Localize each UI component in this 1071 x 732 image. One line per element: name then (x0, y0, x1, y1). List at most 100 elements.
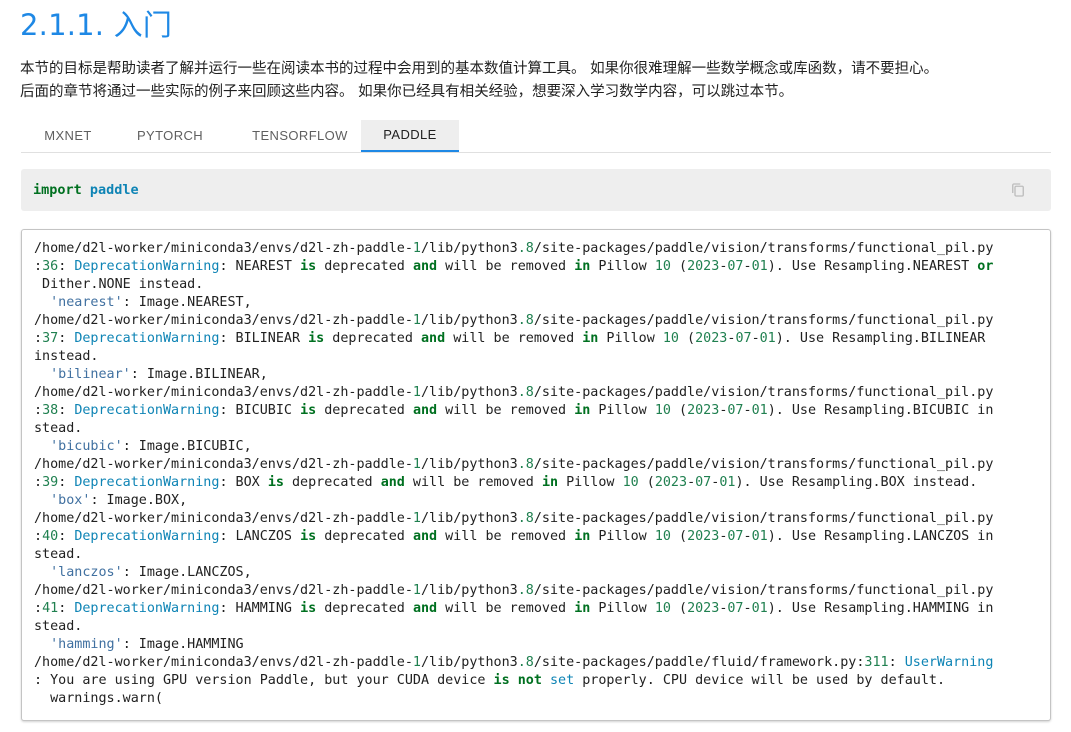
output-token: 2023 (687, 529, 720, 544)
output-line: instead. (34, 348, 993, 366)
output-token: 10 (662, 331, 679, 346)
output-token: 07 (727, 529, 744, 544)
output-token: 07 (727, 601, 744, 616)
output-token: /lib/python3 (420, 313, 518, 328)
output-line: 'bilinear': Image.BILINEAR, (34, 366, 993, 384)
output-token: ). Use Resampling.BICUBIC in (767, 403, 994, 418)
output-token: and (412, 601, 438, 616)
output-token: 37 (42, 331, 59, 346)
tab-tensorflow[interactable]: TENSORFLOW (235, 120, 365, 151)
output-token: is (300, 601, 317, 616)
output-token: will be removed (437, 403, 575, 418)
output-token: /lib/python3 (420, 241, 518, 256)
output-token: and (421, 331, 446, 346)
output-token: : (34, 475, 43, 490)
output-token: is (300, 403, 317, 418)
output-token: in (574, 403, 591, 418)
output-token: is (308, 331, 325, 346)
output-token: in (582, 331, 599, 346)
output-token: ( (679, 331, 696, 346)
output-token: : (58, 259, 75, 274)
output-token: 2023 (687, 403, 720, 418)
output-token: in (574, 259, 591, 274)
output-token: /home/d2l-worker/miniconda3/envs/d2l-zh-… (34, 655, 413, 670)
output-token: - (687, 475, 696, 490)
output-token (34, 367, 50, 382)
output-token: ( (670, 601, 688, 616)
output-token: 1 (412, 511, 421, 526)
output-token: DeprecationWarning (74, 259, 220, 274)
output-token: 'bilinear' (50, 367, 131, 382)
output-token: 'hamming' (50, 637, 123, 652)
output-token: 10 (654, 259, 671, 274)
output-line: 'box': Image.BOX, (34, 492, 993, 510)
output-token: - (743, 259, 752, 274)
output-token: deprecated (316, 259, 413, 274)
copy-icon[interactable] (1009, 181, 1027, 199)
output-token: /site-packages/paddle/vision/transforms/… (533, 313, 994, 328)
output-token: : Image.BOX, (90, 493, 188, 508)
output-token: is not (493, 673, 542, 688)
output-token: : (34, 529, 43, 544)
output-line: :39: DeprecationWarning: BOX is deprecat… (34, 474, 993, 492)
output-line: :37: DeprecationWarning: BILINEAR is dep… (34, 330, 993, 348)
output-token: 2023 (654, 475, 688, 490)
output-token: 01 (751, 403, 768, 418)
output-token: deprecated (283, 475, 381, 490)
output-token: .8 (517, 457, 534, 472)
output-token: 01 (751, 259, 768, 274)
output-token: 40 (42, 529, 59, 544)
output-line: : You are using GPU version Paddle, but … (34, 672, 993, 690)
tab-mxnet[interactable]: MXNET (21, 120, 115, 151)
output-token: 39 (42, 475, 59, 490)
output-line: 'lanczos': Image.LANCZOS, (34, 564, 993, 582)
output-token: and (412, 403, 438, 418)
output-token: /site-packages/paddle/vision/transforms/… (533, 583, 994, 598)
output-token: 36 (42, 259, 59, 274)
output-token: DeprecationWarning (74, 331, 220, 346)
output-token: warnings.warn( (34, 691, 163, 706)
output-token: Pillow (590, 529, 655, 544)
output-token: : (58, 475, 75, 490)
module-name: paddle (89, 182, 139, 198)
output-token: 2023 (695, 331, 728, 346)
framework-tabs: MXNET PYTORCH TENSORFLOW PADDLE (21, 120, 1051, 153)
output-line: 'nearest': Image.NEAREST, (34, 294, 993, 312)
output-token: 1 (412, 583, 421, 598)
output-token: ( (638, 475, 655, 490)
output-token: 'bicubic' (50, 439, 123, 454)
output-token: /home/d2l-worker/miniconda3/envs/d2l-zh-… (34, 583, 413, 598)
output-token: 01 (719, 475, 736, 490)
output-line: :41: DeprecationWarning: HAMMING is depr… (34, 600, 993, 618)
output-token: 1 (412, 313, 421, 328)
output-token: DeprecationWarning (74, 403, 220, 418)
output-token: Pillow (558, 475, 623, 490)
output-token: 10 (654, 403, 671, 418)
output-token: 1 (412, 241, 421, 256)
output-token: 01 (759, 331, 776, 346)
output-token: 10 (654, 601, 671, 616)
output-token: stead. (34, 547, 83, 562)
output-token: deprecated (316, 529, 413, 544)
output-line: /home/d2l-worker/miniconda3/envs/d2l-zh-… (34, 312, 993, 330)
tab-pytorch[interactable]: PYTORCH (123, 120, 217, 151)
output-line: /home/d2l-worker/miniconda3/envs/d2l-zh-… (34, 510, 993, 528)
output-token: /site-packages/paddle/vision/transforms/… (533, 511, 994, 526)
tab-paddle[interactable]: PADDLE (361, 120, 459, 152)
output-token: : BICUBIC (219, 403, 301, 418)
output-token: /home/d2l-worker/miniconda3/envs/d2l-zh-… (34, 457, 413, 472)
output-token: 41 (42, 601, 59, 616)
output-token: : HAMMING (219, 601, 301, 616)
output-token: and (380, 475, 405, 490)
output-token: /lib/python3 (420, 511, 518, 526)
output-token: 1 (412, 385, 421, 400)
output-token: .8 (517, 583, 534, 598)
output-token (34, 295, 50, 310)
output-token: in (574, 529, 591, 544)
output-token: /site-packages/paddle/vision/transforms/… (533, 385, 994, 400)
output-line: /home/d2l-worker/miniconda3/envs/d2l-zh-… (34, 456, 993, 474)
output-token: deprecated (324, 331, 421, 346)
output-token: /home/d2l-worker/miniconda3/envs/d2l-zh-… (34, 385, 413, 400)
output-token: Pillow (590, 403, 655, 418)
output-line: :38: DeprecationWarning: BICUBIC is depr… (34, 402, 993, 420)
